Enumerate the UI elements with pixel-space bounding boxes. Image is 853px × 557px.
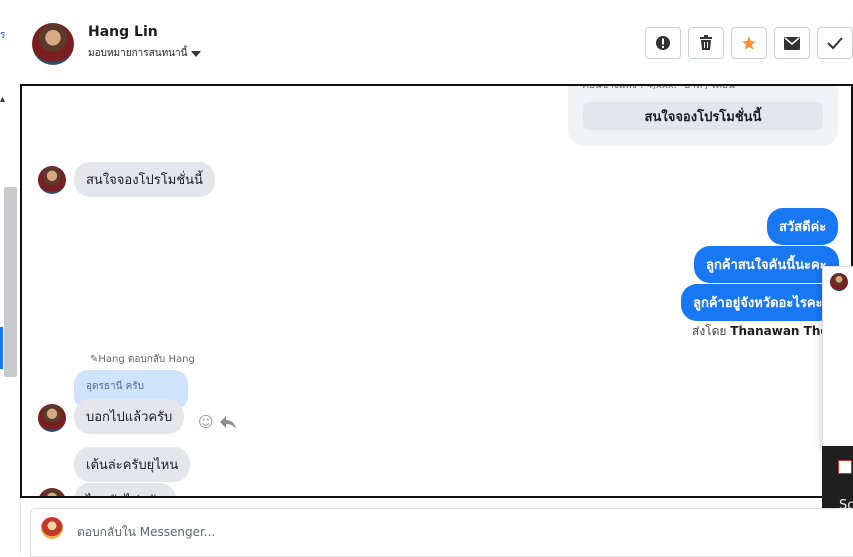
rail-active-indicator (0, 327, 3, 369)
avatar[interactable] (32, 23, 74, 65)
avatar[interactable] (38, 404, 66, 432)
action-toolbar (645, 27, 853, 59)
done-button[interactable] (817, 27, 853, 59)
incoming-message: เต้นล่ะครับยุไหน (74, 447, 191, 482)
rail-scroll-up-icon[interactable]: ▴ (0, 94, 5, 105)
reply-meta-text: Hang ตอบกลับ Hang (98, 354, 195, 365)
outgoing-message: สวัสดีค่ะ (767, 208, 839, 245)
outgoing-message: ลูกค้าอยู่จังหวัดอะไรคะ (681, 284, 835, 321)
avatar[interactable] (38, 166, 66, 194)
assign-dropdown[interactable]: มอบหมายการสนทนานี้ (88, 46, 202, 61)
quoted-text: อุดรธานี ครับ (86, 381, 145, 392)
avatar[interactable] (38, 488, 66, 496)
message-thread[interactable]: ค่อนข้างแพง : 4,xxx.- บาท / เดือน สนใจจอ… (20, 84, 853, 498)
message-actions: ☺ (198, 413, 236, 431)
alert-icon (656, 36, 670, 50)
trash-icon (700, 35, 712, 50)
promo-card-button[interactable]: สนใจจองโปรโมชั่นนี้ (583, 102, 823, 130)
spam-button[interactable] (645, 27, 681, 59)
incoming-message: สนใจจองโปรโมชั่นนี้ (74, 162, 215, 197)
smiley-icon[interactable]: ☺ (198, 413, 214, 431)
promo-card: ค่อนข้างแพง : 4,xxx.- บาท / เดือน สนใจจอ… (568, 84, 838, 146)
reply-icon[interactable] (219, 415, 236, 429)
delete-button[interactable] (688, 27, 724, 59)
incoming-message: บอกไปแล้วครับ (74, 399, 185, 434)
avatar[interactable] (830, 273, 848, 291)
page-avatar (41, 517, 63, 539)
caret-down-icon (191, 50, 202, 57)
document-icon (838, 460, 852, 474)
rail-scrollbar[interactable] (4, 187, 17, 377)
incoming-message: ไอดจับไม่ครับ (74, 483, 176, 496)
left-rail: ร ▴ (0, 0, 21, 555)
assign-label: มอบหมายการสนทนานี้ (88, 48, 188, 59)
reply-composer: ตอบกลับใน Messenger... (30, 508, 853, 557)
conversation-header: Hang Lin มอบหมายการสนทนานี้ (20, 0, 853, 84)
reply-input[interactable]: ตอบกลับใน Messenger... (77, 523, 215, 542)
reply-meta: ✎Hang ตอบกลับ Hang (90, 352, 195, 367)
sent-by-prefix: ส่งโดย (692, 324, 727, 338)
outgoing-message: ลูกค้าสนใจคันนี้นะคะ (694, 246, 839, 283)
promo-card-clipped-text: ค่อนข้างแพง : 4,xxx.- บาท / เดือน (582, 84, 735, 91)
envelope-icon (784, 36, 800, 50)
star-icon (742, 36, 756, 50)
star-button[interactable] (731, 27, 767, 59)
check-icon (827, 37, 843, 50)
mark-unread-button[interactable] (774, 27, 810, 59)
rail-link-fragment[interactable]: ร (0, 28, 5, 43)
contact-name[interactable]: Hang Lin (88, 24, 158, 40)
sent-by-label: ส่งโดย Thanawan Thon (692, 322, 837, 341)
side-popup[interactable] (822, 266, 853, 448)
